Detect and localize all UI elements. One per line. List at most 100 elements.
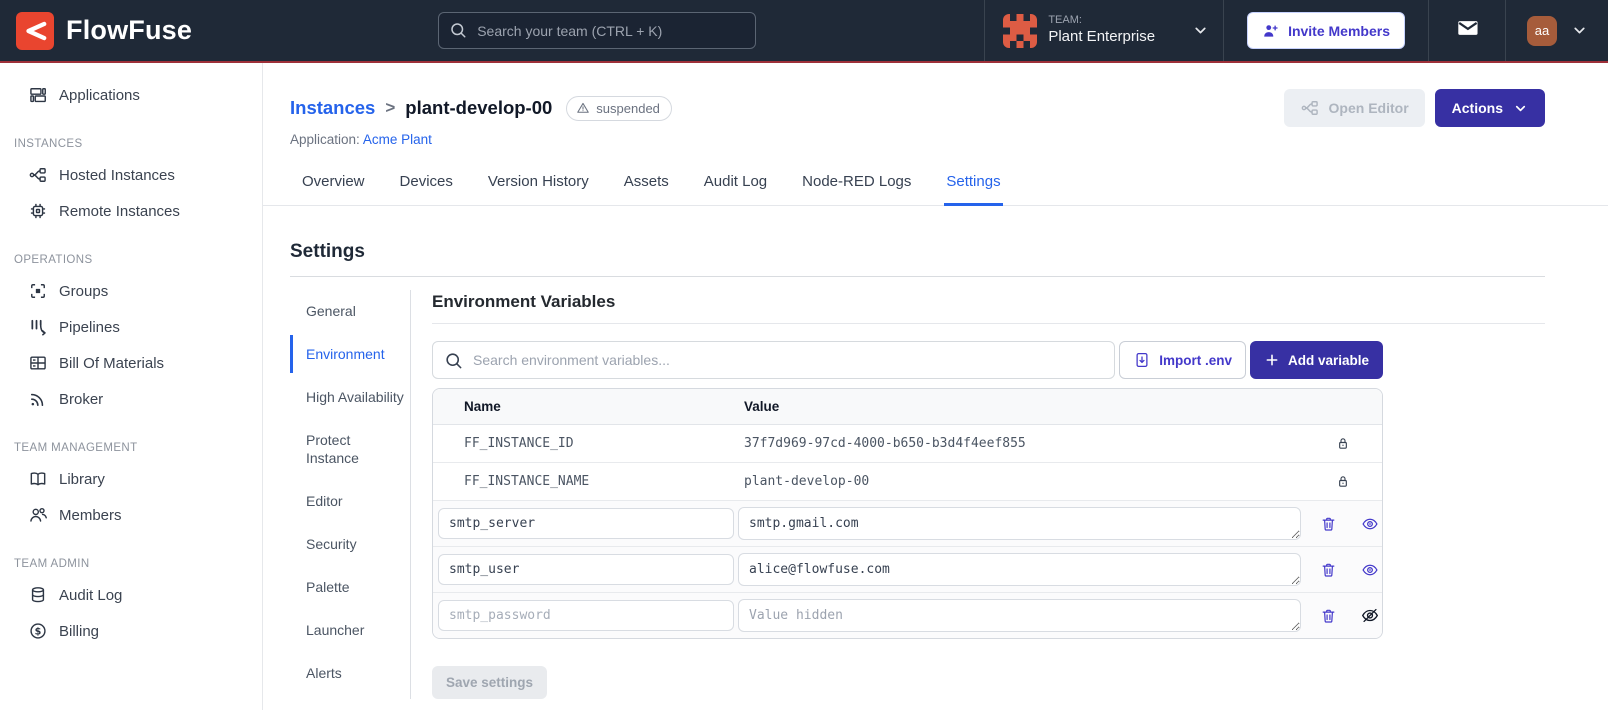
settings-nav: General Environment High Availability Pr… xyxy=(290,290,410,699)
tab-node-red-logs[interactable]: Node-RED Logs xyxy=(800,164,913,206)
user-menu[interactable]: aa xyxy=(1506,0,1608,61)
navbar-right: TEAM: Plant Enterprise Invite Members aa xyxy=(984,0,1608,61)
env-var-name-input[interactable] xyxy=(438,554,734,585)
instance-tabs: Overview Devices Version History Assets … xyxy=(263,164,1608,206)
tab-version-history[interactable]: Version History xyxy=(486,164,591,206)
fork-icon xyxy=(1301,101,1318,115)
eye-icon xyxy=(1362,518,1378,529)
sidebar-item-members[interactable]: Members xyxy=(0,497,262,533)
user-plus-icon xyxy=(1264,24,1278,37)
sidebar-item-applications[interactable]: Applications xyxy=(0,77,262,113)
sidebar-item-bill-of-materials[interactable]: Bill Of Materials xyxy=(0,345,262,381)
table-row xyxy=(433,501,1382,547)
invite-members-button[interactable]: Invite Members xyxy=(1247,12,1405,49)
tab-settings[interactable]: Settings xyxy=(944,164,1003,206)
flowfuse-app: FlowFuse Search your team (CTRL + K) TEA… xyxy=(0,0,1608,710)
team-search-input[interactable] xyxy=(438,12,757,49)
save-settings-button[interactable]: Save settings xyxy=(432,666,548,699)
trash-icon xyxy=(1322,517,1335,531)
add-variable-button[interactable]: Add variable xyxy=(1249,341,1383,379)
main-content: Instances > plant-develop-00 suspended O… xyxy=(263,63,1608,710)
status-badge: suspended xyxy=(566,95,672,121)
delete-variable-button[interactable] xyxy=(1320,561,1337,579)
env-var-value: 37f7d969-97cd-4000-b650-b3d4f4eef855 xyxy=(744,436,1026,451)
environment-panel: Environment Variables Search environment… xyxy=(411,290,1545,699)
sidebar-item-library[interactable]: Library xyxy=(0,461,262,497)
tab-audit-log[interactable]: Audit Log xyxy=(702,164,769,206)
chip-brackets-icon xyxy=(31,284,45,298)
plus-icon xyxy=(1266,354,1278,366)
top-navbar: FlowFuse Search your team (CTRL + K) TEA… xyxy=(0,0,1608,63)
table-row: FF_INSTANCE_ID 37f7d969-97cd-4000-b650-b… xyxy=(433,425,1382,463)
lock-icon xyxy=(1303,473,1382,490)
brand[interactable]: FlowFuse xyxy=(0,0,210,61)
sidebar-section-operations: OPERATIONS xyxy=(14,254,93,266)
chip-icon xyxy=(30,203,46,219)
team-search xyxy=(438,12,757,49)
pipelines-icon xyxy=(31,319,46,336)
notifications-button[interactable] xyxy=(1429,0,1505,61)
breadcrumb-instances-link[interactable]: Instances xyxy=(290,97,375,119)
tab-devices[interactable]: Devices xyxy=(398,164,455,206)
divider xyxy=(290,276,1545,277)
dollar-icon: $ xyxy=(30,623,46,639)
env-var-name-input[interactable] xyxy=(438,508,734,539)
trash-icon xyxy=(1322,563,1335,577)
settings-nav-high-availability[interactable]: High Availability xyxy=(290,378,410,416)
team-selector[interactable]: TEAM: Plant Enterprise xyxy=(985,0,1223,61)
team-name: Plant Enterprise xyxy=(1048,28,1156,45)
env-variables-table: Name Value FF_INSTANCE_ID 37f7d969-97cd-… xyxy=(432,388,1383,639)
sidebar-item-remote-instances[interactable]: Remote Instances xyxy=(0,193,262,229)
env-var-name-input[interactable] xyxy=(438,600,734,631)
toggle-visibility-button[interactable] xyxy=(1360,606,1380,625)
toggle-visibility-button[interactable] xyxy=(1360,515,1380,533)
chevron-down-icon xyxy=(1571,22,1588,39)
search-icon xyxy=(444,351,463,370)
delete-variable-button[interactable] xyxy=(1320,515,1337,533)
application-line: Application: Acme Plant xyxy=(290,132,432,147)
env-var-value-input[interactable] xyxy=(738,553,1301,586)
team-avatar xyxy=(1003,13,1038,48)
sidebar-item-pipelines[interactable]: Pipelines xyxy=(0,309,262,345)
tab-overview[interactable]: Overview xyxy=(300,164,367,206)
sidebar-section-instances: INSTANCES xyxy=(14,138,83,150)
sidebar-item-broker[interactable]: Broker xyxy=(0,381,262,417)
settings-nav-security[interactable]: Security xyxy=(290,525,410,563)
settings-nav-alerts[interactable]: Alerts xyxy=(290,654,410,692)
sidebar-item-groups[interactable]: Groups xyxy=(0,273,262,309)
settings-nav-launcher[interactable]: Launcher xyxy=(290,611,410,649)
sidebar-item-audit-log[interactable]: Audit Log xyxy=(0,577,262,613)
application-link[interactable]: Acme Plant xyxy=(363,132,432,147)
delete-variable-button[interactable] xyxy=(1320,607,1337,625)
import-env-button[interactable]: Import .env xyxy=(1119,341,1246,379)
tab-assets[interactable]: Assets xyxy=(622,164,671,206)
settings-nav-protect-instance[interactable]: Protect Instance xyxy=(290,421,410,477)
team-label: TEAM: xyxy=(1048,14,1082,27)
env-var-value-input[interactable] xyxy=(738,507,1301,540)
settings-nav-general[interactable]: General xyxy=(290,292,410,330)
env-search-input[interactable] xyxy=(432,341,1116,379)
table-row xyxy=(433,547,1382,593)
database-icon xyxy=(31,587,45,603)
open-editor-button[interactable]: Open Editor xyxy=(1283,89,1425,127)
env-var-value-input[interactable] xyxy=(738,599,1301,632)
sidebar-item-hosted-instances[interactable]: Hosted Instances xyxy=(0,157,262,193)
users-icon xyxy=(30,507,47,522)
column-header-name: Name xyxy=(464,399,501,414)
actions-button[interactable]: Actions xyxy=(1434,89,1545,127)
lock-icon xyxy=(1303,435,1382,452)
user-avatar: aa xyxy=(1527,15,1557,46)
warning-icon xyxy=(577,102,590,113)
sidebar: Applications INSTANCES Hosted Instances … xyxy=(0,63,263,710)
table-row xyxy=(433,593,1382,638)
settings-title: Settings xyxy=(290,241,365,262)
eye-off-icon xyxy=(1361,608,1379,623)
fork-icon xyxy=(29,168,46,182)
sidebar-item-billing[interactable]: $ Billing xyxy=(0,613,262,649)
column-header-value: Value xyxy=(744,399,780,414)
toggle-visibility-button[interactable] xyxy=(1360,561,1380,579)
settings-nav-editor[interactable]: Editor xyxy=(290,482,410,520)
settings-nav-environment[interactable]: Environment xyxy=(290,335,410,373)
mail-icon xyxy=(1454,17,1480,44)
settings-nav-palette[interactable]: Palette xyxy=(290,568,410,606)
